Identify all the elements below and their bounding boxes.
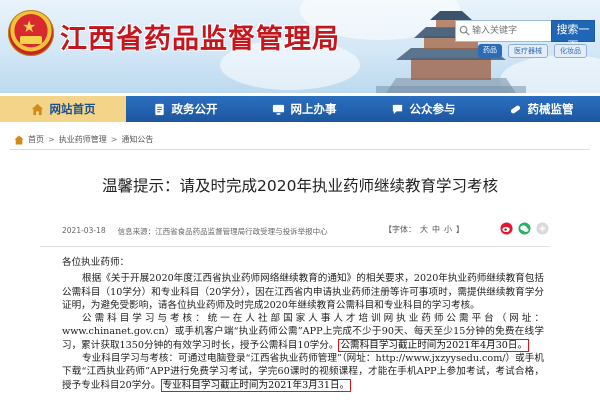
professional-course-deadline: 专业科目学习截止时间为2021年3月31日。 [160,378,352,392]
public-course-deadline: 公需科目学习截止时间为2021年4月30日。 [338,338,530,352]
info-source: 信息来源：江西省食品药品监督管理局行政受理与投诉举报中心 [117,227,328,236]
font-size-selector: 【字体： 大 中 小 】 [384,224,464,235]
nav-item-home[interactable]: 网站首页 [0,96,126,122]
font-size-large[interactable]: 大 [420,224,428,235]
nav-item-gov-affairs[interactable]: 政务公开 [126,96,244,122]
article-meta: 2021-03-18 信息来源：江西省食品药品监督管理局行政受理与投诉举报中心 [62,226,328,237]
nav-label: 网上办事 [290,102,337,116]
tag-device[interactable]: 医疗器械 [508,44,548,58]
divider [10,149,590,150]
site-title[interactable]: 江西省药品监督管理局 [60,17,340,56]
font-size-medium[interactable]: 中 [432,224,440,235]
paragraph-public-course: 公需科目学习与考核：统一在人社部国家人事人才培训网执业药师公需平台（网址：www… [62,312,544,352]
nav-label: 网站首页 [49,102,96,116]
breadcrumb-notices[interactable]: 通知公告 [121,134,153,145]
chat-icon [392,104,402,114]
nav-item-online-services[interactable]: 网上办事 [244,96,364,122]
breadcrumb: 首页 > 执业药师管理 > 通知公告 [14,134,153,145]
breadcrumb-home[interactable]: 首页 [28,134,44,145]
monitor-icon [272,104,284,115]
more-share-icon[interactable] [536,222,549,235]
greeting: 各位执业药师： [62,257,130,268]
breadcrumb-pharmacist-management[interactable]: 执业药师管理 [59,134,107,145]
pill-icon [510,105,520,113]
article-body: 各位执业药师： 根据《关于开展2020年度江西省执业药师网络继续教育的通知》的相… [62,256,544,392]
nav-item-public-participation[interactable]: 公众参与 [364,96,482,122]
document-icon [154,103,164,115]
breadcrumb-home-icon [14,135,24,144]
wechat-share-icon[interactable] [518,222,531,235]
breadcrumb-separator: > [48,135,55,144]
paragraph-professional-course: 专业科目学习与考核：可通过电脑登录“江西省执业药师管理”（网址：http://w… [62,352,544,392]
nav-item-drug-supervision[interactable]: 药械监管 [482,96,600,122]
nav-label: 药械监管 [527,102,574,116]
article-title: 温馨提示：请及时完成2020年执业药师继续教育学习考核 [102,177,498,195]
share-bar [500,222,549,235]
paragraph-intro: 根据《关于开展2020年度江西省执业药师网络继续教育的通知》的相关要求，2020… [62,273,544,311]
font-size-suffix: 】 [456,225,464,234]
nav-label: 政务公开 [171,102,218,116]
search-bar: 搜索一下 [455,20,595,52]
breadcrumb-separator: > [110,135,118,144]
search-icon [459,25,470,36]
search-button[interactable]: 搜索一下 [551,20,595,52]
publish-date: 2021-03-18 [62,226,106,235]
main-nav: 网站首页 政务公开 网上办事 公众参与 药械监管 [0,96,600,122]
site-header: ★ 江西省药品监督管理局 搜索一下 药品 医疗器械 化妆品 [0,0,600,93]
home-icon [31,103,43,115]
tag-drug[interactable]: 药品 [478,44,502,58]
divider [40,246,550,247]
weibo-share-icon[interactable] [500,222,513,235]
nav-label: 公众参与 [409,102,456,116]
national-emblem-icon: ★ [8,10,54,56]
font-size-prefix: 【字体： [384,225,416,234]
quick-tags: 药品 医疗器械 化妆品 [478,44,587,58]
font-size-small[interactable]: 小 [444,224,452,235]
tag-cosmetics[interactable]: 化妆品 [554,44,587,58]
